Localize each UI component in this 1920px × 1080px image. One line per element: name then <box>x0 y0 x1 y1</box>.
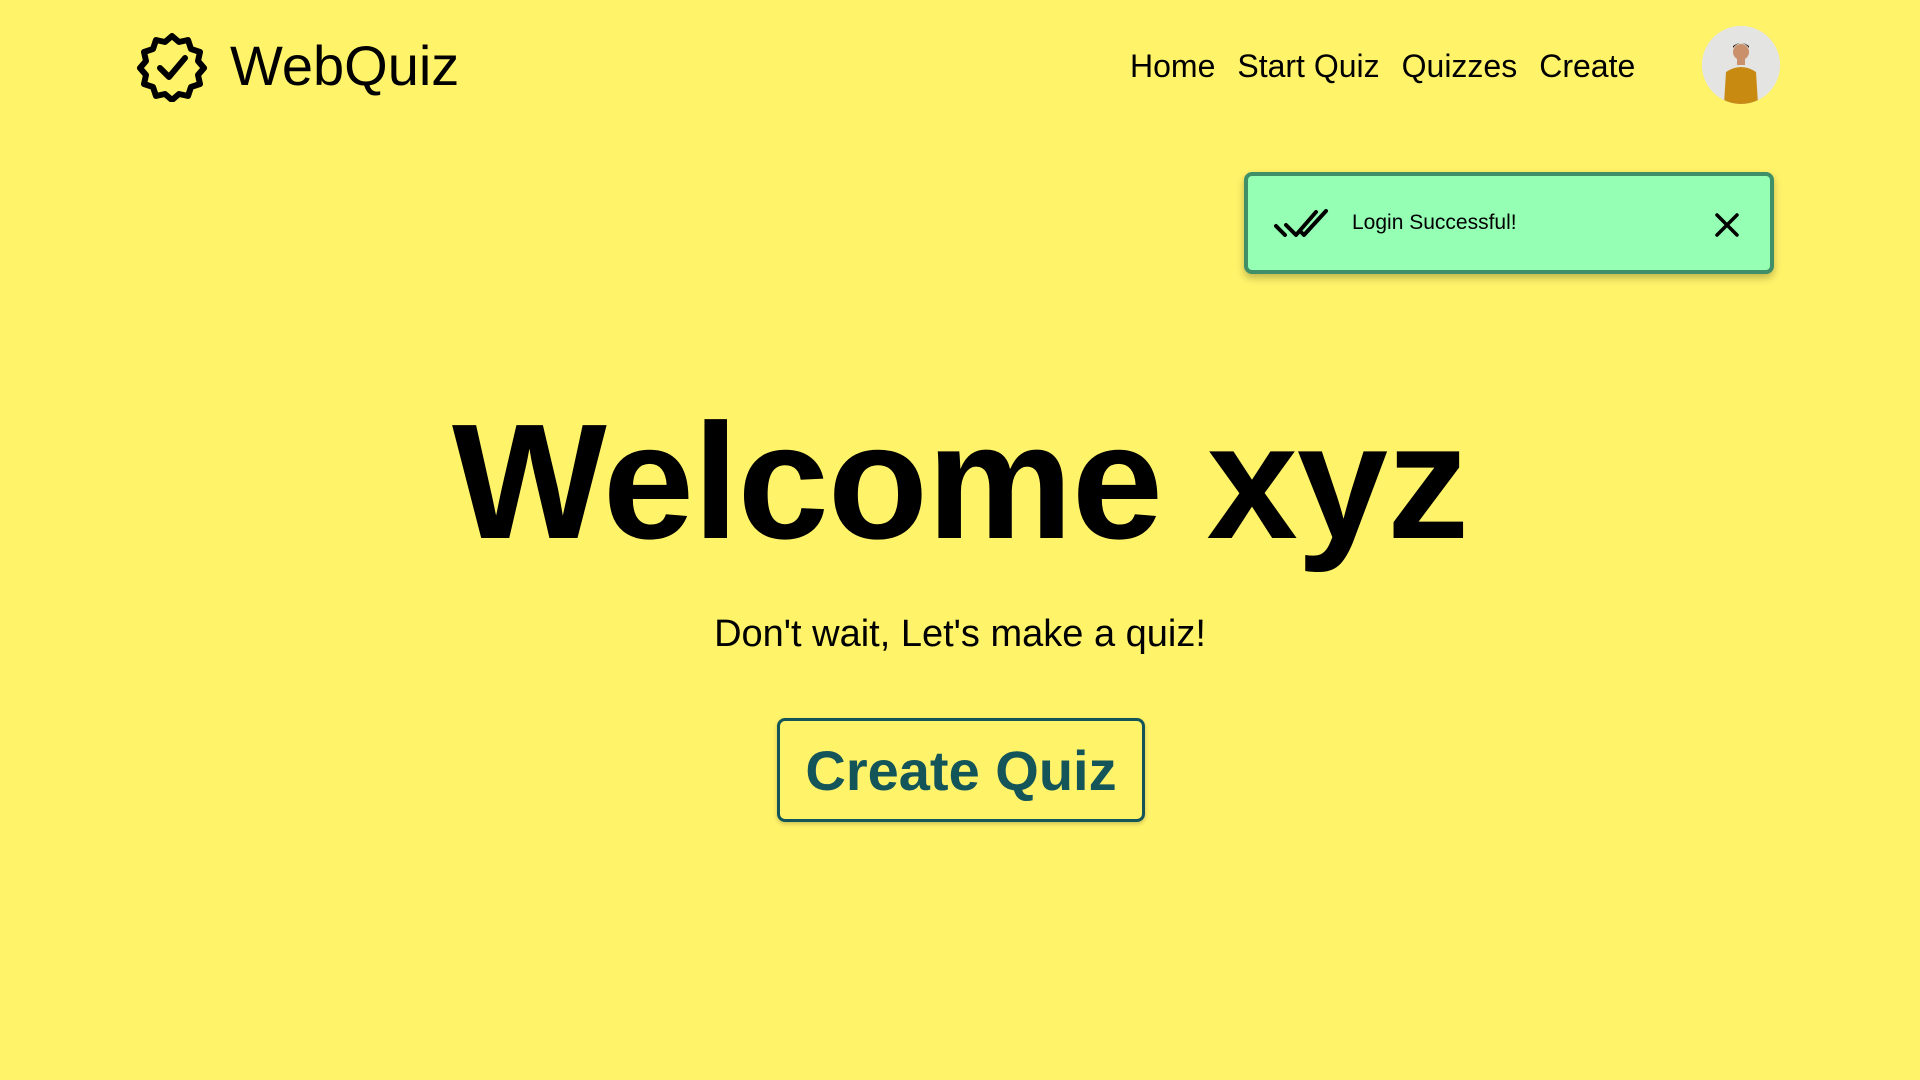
brand-logo[interactable]: WebQuiz <box>136 30 459 102</box>
nav-start-quiz[interactable]: Start Quiz <box>1237 40 1379 92</box>
brand-name: WebQuiz <box>230 34 460 97</box>
main-nav: Home Start Quiz Quizzes Create <box>1130 40 1635 92</box>
page: WebQuiz Home Start Quiz Quizzes Create L… <box>0 0 1920 1080</box>
nav-home[interactable]: Home <box>1130 40 1215 92</box>
toast-message: Login Successful! <box>1352 211 1517 234</box>
close-icon[interactable] <box>1714 212 1740 238</box>
create-quiz-button[interactable]: Create Quiz <box>777 718 1145 822</box>
nav-quizzes[interactable]: Quizzes <box>1402 40 1518 92</box>
welcome-heading: Welcome xyz <box>451 390 1469 573</box>
user-avatar[interactable] <box>1702 26 1780 104</box>
nav-create[interactable]: Create <box>1539 40 1635 92</box>
login-toast: Login Successful! <box>1244 172 1774 274</box>
verified-badge-icon <box>137 33 207 102</box>
double-check-icon <box>1274 209 1328 237</box>
avatar-image <box>1702 26 1780 104</box>
welcome-subtitle: Don't wait, Let's make a quiz! <box>714 613 1206 655</box>
